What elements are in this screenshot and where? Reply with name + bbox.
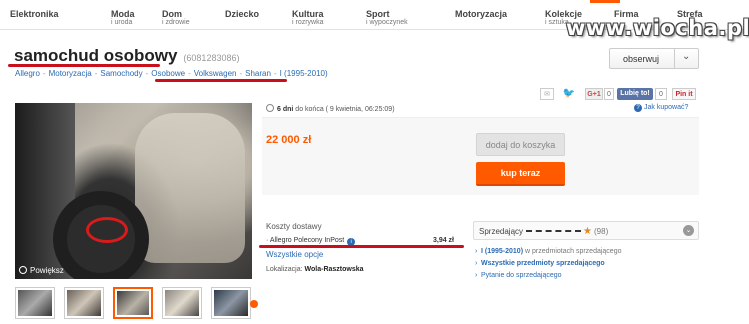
list-item: I (1995-2010) w przedmiotach sprzedające… xyxy=(475,246,621,258)
add-to-cart-button[interactable]: dodaj do koszyka xyxy=(476,133,565,156)
page-title: samochud osobowy (6081283086) xyxy=(14,46,239,66)
seller-name-redacted xyxy=(526,228,582,232)
thumbnail[interactable] xyxy=(162,287,202,319)
accent-strip xyxy=(590,0,620,3)
thumbnail[interactable] xyxy=(15,287,55,319)
star-icon: ★ xyxy=(583,226,592,237)
breadcrumb-item[interactable]: Samochody xyxy=(100,69,142,78)
shipping-cost: 3,94 zł xyxy=(432,237,454,244)
gplus-button[interactable]: G+1 xyxy=(585,88,603,100)
auction-timer: 6 dni do końca ( 9 kwietnia, 06:25:09) xyxy=(266,104,395,113)
location: Lokalizacja: Wola-Rasztowska xyxy=(266,266,364,273)
seller-all-items-link[interactable]: Wszystkie przedmioty sprzedającego xyxy=(481,260,605,267)
annotation-underline-shipping xyxy=(259,245,464,248)
nav-category-dom[interactable]: Dom i zdrowie xyxy=(162,9,190,27)
gplus-count: 0 xyxy=(604,88,614,100)
annotation-circle xyxy=(86,217,128,243)
twitter-icon[interactable]: 🐦 xyxy=(562,88,576,100)
price: 22 000 zł xyxy=(266,134,312,146)
pinterest-button[interactable]: Pin it xyxy=(672,88,696,100)
seller-label: Sprzedający xyxy=(479,227,524,236)
annotation-underline-breadcrumb xyxy=(155,79,287,82)
thumbnail-active[interactable] xyxy=(113,287,153,319)
buy-now-button[interactable]: kup teraz xyxy=(476,162,565,186)
shipping-options-link[interactable]: Wszystkie opcje xyxy=(266,250,323,259)
seller-category-link[interactable]: I (1995-2010) xyxy=(481,248,523,255)
clock-icon xyxy=(266,104,274,112)
observe-button[interactable]: obserwuj ⌄ xyxy=(609,48,699,69)
main-photo[interactable]: Powiększ xyxy=(15,103,252,279)
nav-category-sport[interactable]: Sport i wypoczynek xyxy=(366,9,408,27)
mail-icon[interactable]: ✉ xyxy=(540,88,554,100)
nav-category-moda[interactable]: Moda i uroda xyxy=(111,9,135,27)
list-item: Wszystkie przedmioty sprzedającego xyxy=(475,258,621,270)
breadcrumb: Allegro - Motoryzacja - Samochody - Osobowe - Vo… xyxy=(15,69,328,78)
chevron-down-icon[interactable]: ⌄ xyxy=(683,225,694,236)
thumbnail[interactable] xyxy=(211,287,251,319)
thumbnails-next-button[interactable] xyxy=(250,300,258,308)
annotation-underline-title xyxy=(8,64,160,67)
how-to-buy-link[interactable]: ? Jak kupować? xyxy=(634,104,688,112)
zoom-button[interactable]: Powiększ xyxy=(19,266,64,275)
shipping-label: Koszty dostawy xyxy=(266,222,322,231)
observe-button-label: obserwuj xyxy=(622,54,660,64)
question-icon: ? xyxy=(634,104,642,112)
offer-title: samochud osobowy xyxy=(14,46,178,65)
facebook-count: 0 xyxy=(655,88,667,100)
seller-rating-count: (98) xyxy=(594,227,609,236)
nav-category-kultura[interactable]: Kultura i rozrywka xyxy=(292,9,324,27)
photo-seat xyxy=(135,113,245,263)
location-value: Wola-Rasztowska xyxy=(304,266,364,273)
list-item: Pytanie do sprzedającego xyxy=(475,270,621,282)
seller-box[interactable]: Sprzedający ★ (98) ⌄ xyxy=(473,221,699,240)
thumbnail[interactable] xyxy=(64,287,104,319)
nav-category-elektronika[interactable]: Elektronika xyxy=(10,9,59,19)
breadcrumb-item[interactable]: Sharan xyxy=(245,69,271,78)
shipping-carrier: Allegro Polecony InPost xyxy=(269,237,345,244)
facebook-like-button[interactable]: Lubię to! xyxy=(617,88,653,100)
seller-links: I (1995-2010) w przedmiotach sprzedające… xyxy=(475,246,621,282)
nav-category-dziecko[interactable]: Dziecko xyxy=(225,9,259,19)
breadcrumb-item[interactable]: Allegro xyxy=(15,69,40,78)
site-watermark: www.wiocha.pl xyxy=(566,16,749,40)
breadcrumb-item[interactable]: I (1995-2010) xyxy=(280,69,328,78)
magnifier-icon xyxy=(19,266,27,274)
breadcrumb-item[interactable]: Volkswagen xyxy=(194,69,237,78)
nav-category-motoryzacja[interactable]: Motoryzacja xyxy=(455,9,507,19)
ask-seller-link[interactable]: Pytanie do sprzedającego xyxy=(481,272,562,279)
button-separator xyxy=(674,49,675,68)
breadcrumb-item[interactable]: Motoryzacja xyxy=(49,69,92,78)
breadcrumb-item[interactable]: Osobowe xyxy=(151,69,185,78)
offer-id: (6081283086) xyxy=(183,53,240,63)
chevron-down-icon[interactable]: ⌄ xyxy=(682,51,690,62)
